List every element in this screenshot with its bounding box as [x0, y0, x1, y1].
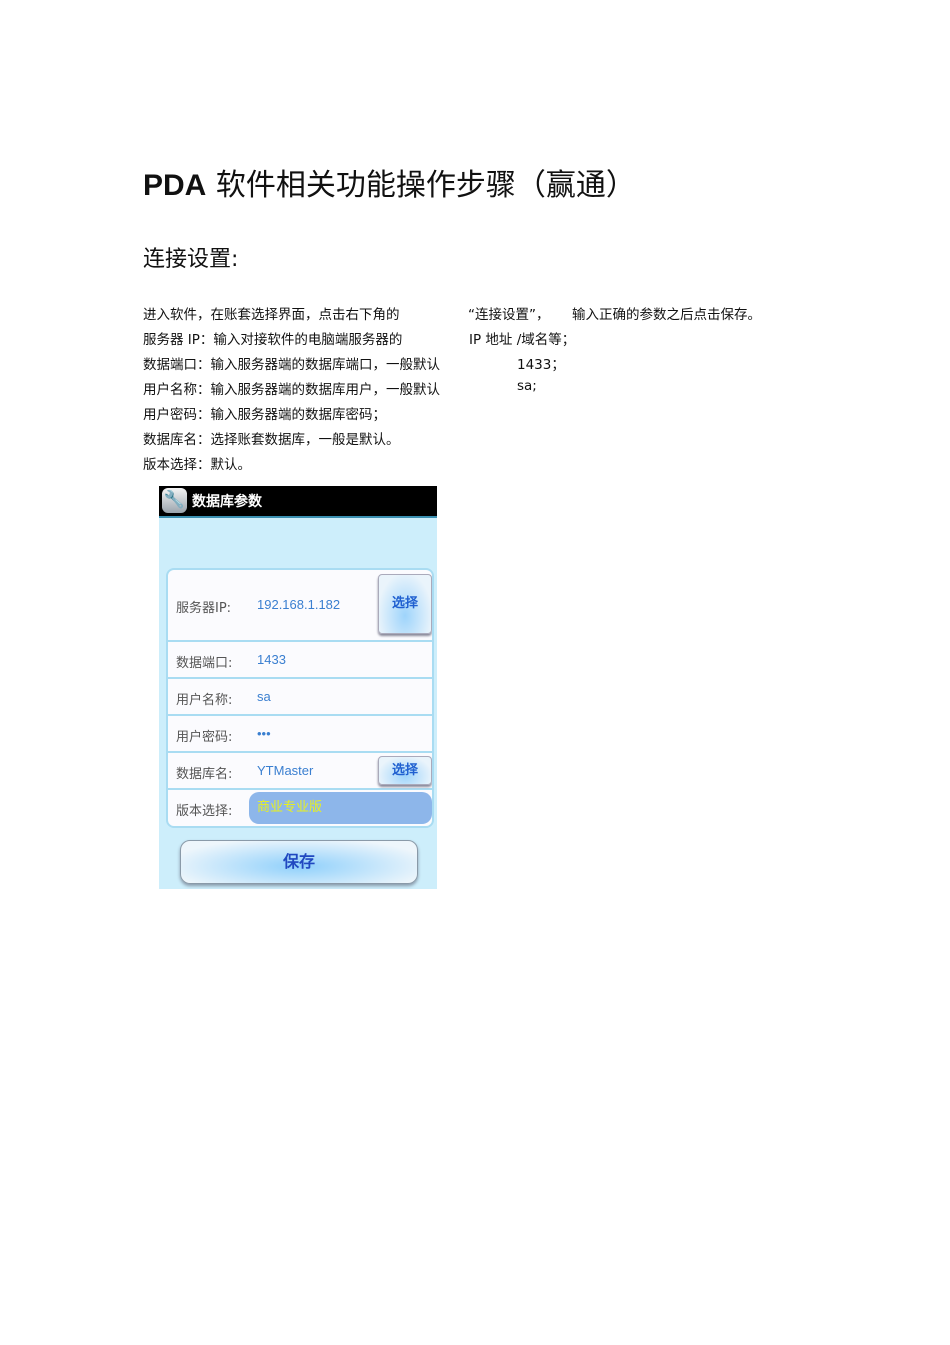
field-label: 用户名称: — [176, 693, 233, 708]
instruction-line: 数据端口：输入服务器端的数据库端口，一般默认 1433； — [143, 357, 565, 373]
port-row: 数据端口: 1433 — [168, 642, 432, 679]
select-database-button[interactable]: 选择 — [378, 756, 432, 785]
field-label: 服务器IP: — [176, 601, 232, 616]
version-select[interactable]: 商业专业版 — [249, 792, 432, 824]
database-row: 数据库名: YTMaster 选择 — [168, 753, 432, 790]
field-label: 数据库名: — [176, 767, 233, 782]
app-title-bar: 🔧 数据库参数 — [159, 486, 437, 518]
instruction-line: 数据库名：选择账套数据库，一般是默认。 — [143, 432, 400, 448]
document-page: PDA 软件相关功能操作步骤（赢通） 连接设置: 进入软件，在账套选择界面，点击… — [0, 0, 950, 1345]
title-text: 软件相关功能操作步骤（赢通） — [215, 168, 636, 203]
save-button[interactable]: 保存 — [180, 840, 418, 884]
wrench-icon: 🔧 — [162, 488, 187, 513]
phone-screenshot: 🔧 数据库参数 服务器IP: 192.168.1.182 选择 数据端口: 14… — [159, 486, 437, 889]
username-row: 用户名称: sa — [168, 679, 432, 716]
title-prefix: PDA — [143, 169, 207, 202]
server-ip-input[interactable]: 192.168.1.182 — [257, 597, 340, 612]
section-heading: 连接设置: — [143, 247, 239, 272]
select-server-button[interactable]: 选择 — [378, 574, 432, 634]
instruction-line: 进入软件，在账套选择界面，点击右下角的 “连接设置”， 输入正确的参数之后点击保存。 — [143, 307, 761, 323]
instruction-line: 服务器 IP：输入对接软件的电脑端服务器的 IP 地址 /域名等； — [143, 332, 576, 348]
password-input[interactable]: ••• — [257, 726, 271, 741]
settings-panel: 服务器IP: 192.168.1.182 选择 数据端口: 1433 用户名称:… — [166, 568, 434, 828]
port-input[interactable]: 1433 — [257, 652, 286, 667]
database-input[interactable]: YTMaster — [257, 763, 313, 778]
page-title: PDA 软件相关功能操作步骤（赢通） — [143, 160, 636, 204]
field-label: 数据端口: — [176, 656, 233, 671]
instruction-line: 用户名称：输入服务器端的数据库用户，一般默认 sa; — [143, 378, 537, 398]
field-label: 版本选择: — [176, 804, 233, 819]
server-ip-row: 服务器IP: 192.168.1.182 选择 — [168, 570, 432, 642]
instruction-line: 用户密码：输入服务器端的数据库密码； — [143, 407, 386, 423]
field-label: 用户密码: — [176, 730, 233, 745]
password-row: 用户密码: ••• — [168, 716, 432, 753]
version-row: 版本选择: 商业专业版 — [168, 790, 432, 826]
app-title: 数据库参数 — [192, 494, 262, 510]
username-input[interactable]: sa — [257, 689, 271, 704]
instruction-line: 版本选择：默认。 — [143, 457, 251, 473]
